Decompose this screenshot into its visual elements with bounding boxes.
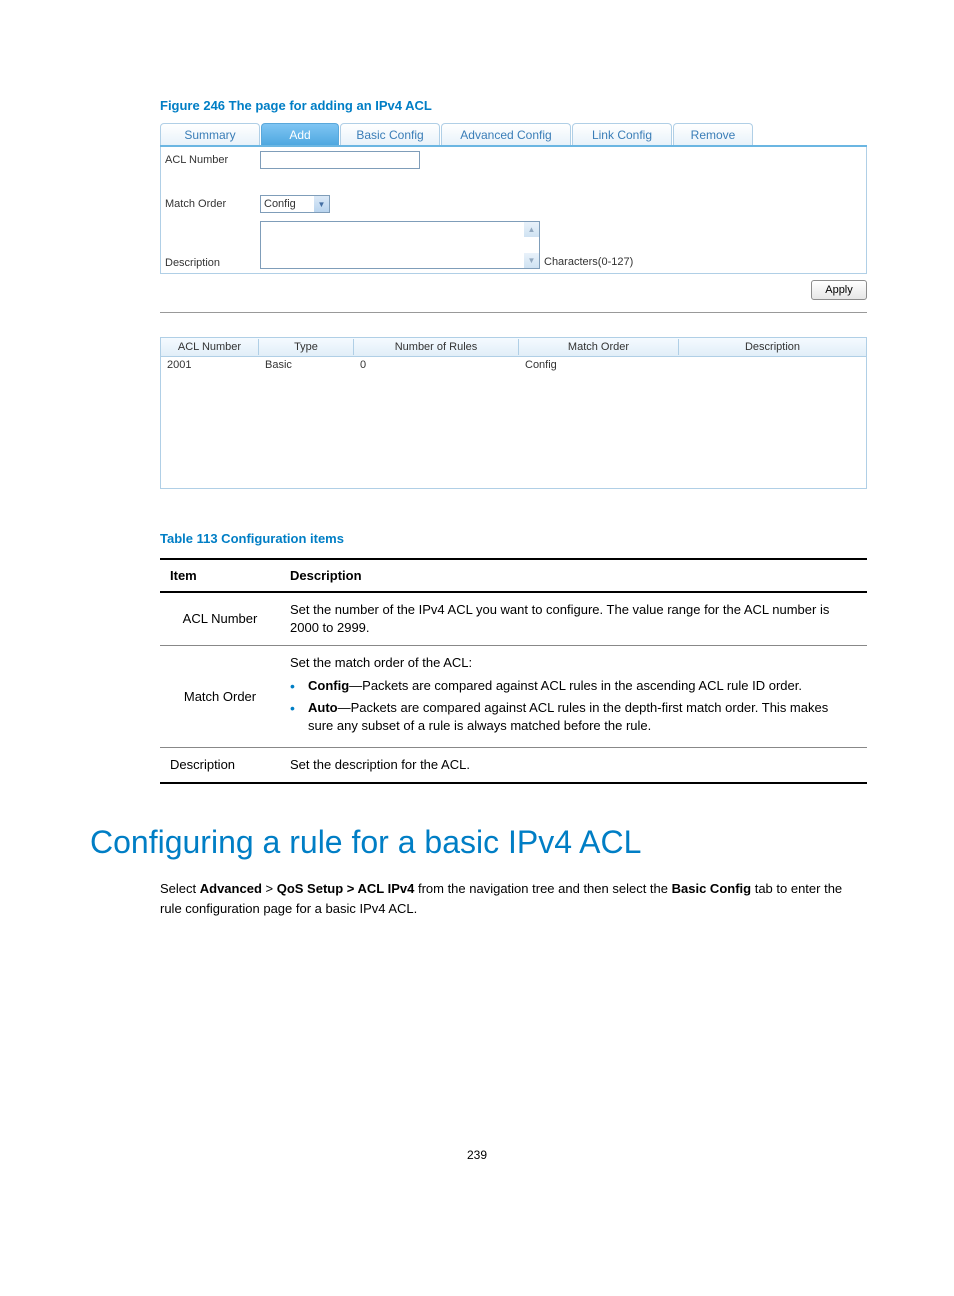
tab-remove[interactable]: Remove <box>673 123 753 145</box>
acl-add-panel: Summary Add Basic Config Advanced Config… <box>160 123 867 313</box>
cell-desc <box>679 357 866 374</box>
table-row: Match Order Set the match order of the A… <box>160 646 867 748</box>
section-heading: Configuring a rule for a basic IPv4 ACL <box>90 824 864 861</box>
tab-basic-config[interactable]: Basic Config <box>340 123 440 145</box>
desc-desc: Set the description for the ACL. <box>280 748 867 784</box>
tabs-row: Summary Add Basic Config Advanced Config… <box>160 123 867 147</box>
cell-aclnum: 2001 <box>161 357 259 374</box>
desc-aclnum: Set the number of the IPv4 ACL you want … <box>280 592 867 646</box>
tab-add[interactable]: Add <box>261 123 339 145</box>
grid-header-type: Type <box>259 339 354 355</box>
table-row: ACL Number Set the number of the IPv4 AC… <box>160 592 867 646</box>
apply-button[interactable]: Apply <box>811 280 867 300</box>
chevron-down-icon: ▼ <box>314 196 329 212</box>
char-hint: Characters(0-127) <box>544 256 633 269</box>
figure-caption: Figure 246 The page for adding an IPv4 A… <box>160 98 864 113</box>
table-caption: Table 113 Configuration items <box>160 531 864 546</box>
scroll-down-icon[interactable]: ▼ <box>524 253 539 268</box>
acl-number-label: ACL Number <box>165 151 260 166</box>
acl-grid: ACL Number Type Number of Rules Match Or… <box>160 337 867 489</box>
cell-match: Config <box>519 357 679 374</box>
grid-header-match: Match Order <box>519 339 679 355</box>
item-match: Match Order <box>160 646 280 748</box>
grid-header-desc: Description <box>679 339 866 355</box>
match-order-label: Match Order <box>165 195 260 210</box>
body-paragraph: Select Advanced > QoS Setup > ACL IPv4 f… <box>160 879 860 918</box>
description-textarea[interactable]: ▲ ▼ <box>260 221 540 269</box>
list-item: Auto—Packets are compared against ACL ru… <box>290 699 857 735</box>
item-desc: Description <box>160 748 280 784</box>
desc-match: Set the match order of the ACL: Config—P… <box>280 646 867 748</box>
item-aclnum: ACL Number <box>160 592 280 646</box>
tab-advanced-config[interactable]: Advanced Config <box>441 123 571 145</box>
acl-number-input[interactable] <box>260 151 420 169</box>
th-item: Item <box>160 559 280 592</box>
list-item: Config—Packets are compared against ACL … <box>290 677 857 695</box>
table-row[interactable]: 2001 Basic 0 Config <box>161 357 866 374</box>
tab-link-config[interactable]: Link Config <box>572 123 672 145</box>
th-description: Description <box>280 559 867 592</box>
grid-header-rules: Number of Rules <box>354 339 519 355</box>
page-number: 239 <box>90 1148 864 1162</box>
match-order-select[interactable]: Config ▼ <box>260 195 330 213</box>
match-order-value: Config <box>264 198 296 210</box>
cell-rules: 0 <box>354 357 519 374</box>
scroll-up-icon[interactable]: ▲ <box>524 222 539 237</box>
config-items-table: Item Description ACL Number Set the numb… <box>160 558 867 784</box>
form-body: ACL Number Match Order Config ▼ Descript… <box>160 147 867 274</box>
grid-header-aclnum: ACL Number <box>161 339 259 355</box>
tab-summary[interactable]: Summary <box>160 123 260 145</box>
cell-type: Basic <box>259 357 354 374</box>
description-label: Description <box>165 239 260 269</box>
table-row: Description Set the description for the … <box>160 748 867 784</box>
